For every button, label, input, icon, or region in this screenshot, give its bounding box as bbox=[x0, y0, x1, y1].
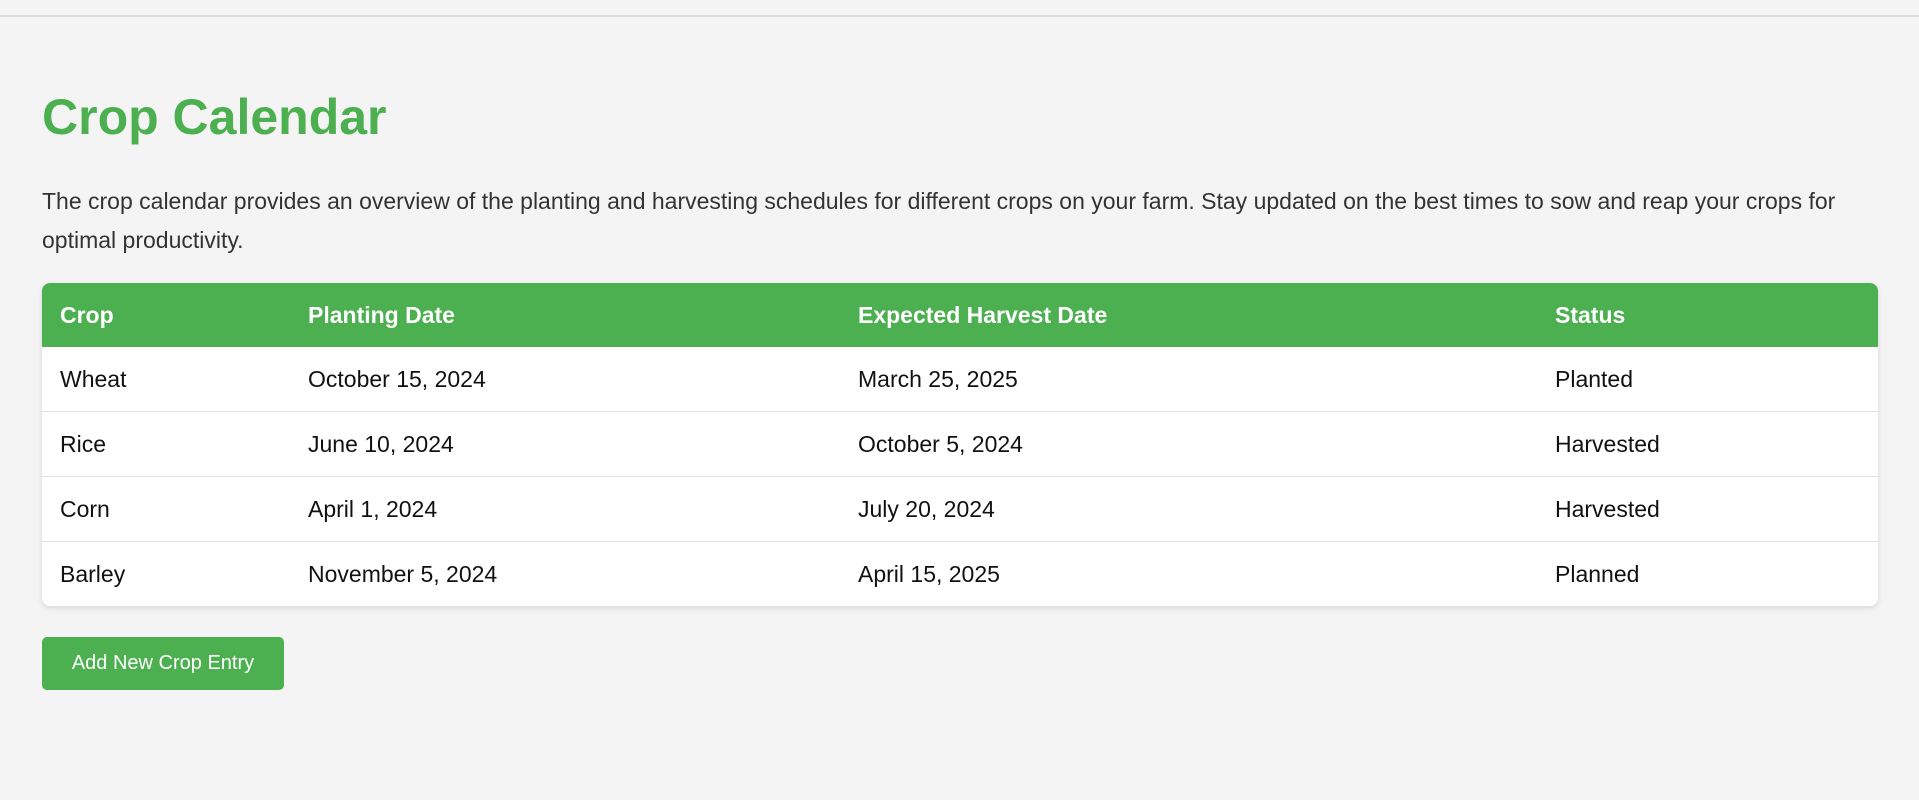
column-header-crop[interactable]: Crop bbox=[42, 283, 290, 347]
table-row[interactable]: Wheat October 15, 2024 March 25, 2025 Pl… bbox=[42, 347, 1878, 412]
table-row[interactable]: Rice June 10, 2024 October 5, 2024 Harve… bbox=[42, 411, 1878, 477]
column-header-status[interactable]: Status bbox=[1537, 283, 1878, 347]
cell-status: Harvested bbox=[1537, 476, 1878, 542]
cell-crop: Corn bbox=[42, 476, 290, 542]
column-header-expected-harvest-date[interactable]: Expected Harvest Date bbox=[840, 283, 1537, 347]
cell-crop: Barley bbox=[60, 560, 126, 587]
cell-planting-date: October 15, 2024 bbox=[290, 347, 840, 412]
cell-crop: Rice bbox=[42, 411, 290, 477]
page-description: The crop calendar provides an overview o… bbox=[42, 188, 1836, 253]
table-row[interactable]: Barley November 5, 2024 April 15, 2025 P… bbox=[42, 542, 1878, 607]
add-new-crop-entry-button[interactable]: Add New Crop Entry bbox=[42, 637, 284, 690]
main-content: Crop Calendar The crop calendar provides… bbox=[42, 86, 1878, 690]
cell-crop: Wheat bbox=[42, 347, 290, 412]
crop-table: Crop Planting Date Expected Harvest Date… bbox=[42, 283, 1878, 606]
cell-planting-date: April 1, 2024 bbox=[290, 476, 840, 542]
cell-planting-date: June 10, 2024 bbox=[290, 411, 840, 477]
cell-status: Planned bbox=[1555, 560, 1640, 587]
cell-expected-harvest-date: October 5, 2024 bbox=[840, 411, 1537, 477]
cell-expected-harvest-date: July 20, 2024 bbox=[840, 476, 1537, 542]
crop-table-card: Crop Planting Date Expected Harvest Date… bbox=[42, 283, 1878, 606]
cell-planting-date: November 5, 2024 bbox=[308, 560, 498, 587]
top-divider bbox=[0, 0, 1919, 17]
table-header-row: Crop Planting Date Expected Harvest Date… bbox=[42, 283, 1878, 347]
column-header-planting-date[interactable]: Planting Date bbox=[290, 283, 840, 347]
page-title: Crop Calendar bbox=[42, 89, 387, 145]
table-row[interactable]: Corn April 1, 2024 July 20, 2024 Harvest… bbox=[42, 476, 1878, 542]
cell-status: Planted bbox=[1537, 347, 1878, 412]
cell-status: Harvested bbox=[1537, 411, 1878, 477]
cell-expected-harvest-date: March 25, 2025 bbox=[840, 347, 1537, 412]
cell-expected-harvest-date: April 15, 2025 bbox=[858, 560, 1000, 587]
